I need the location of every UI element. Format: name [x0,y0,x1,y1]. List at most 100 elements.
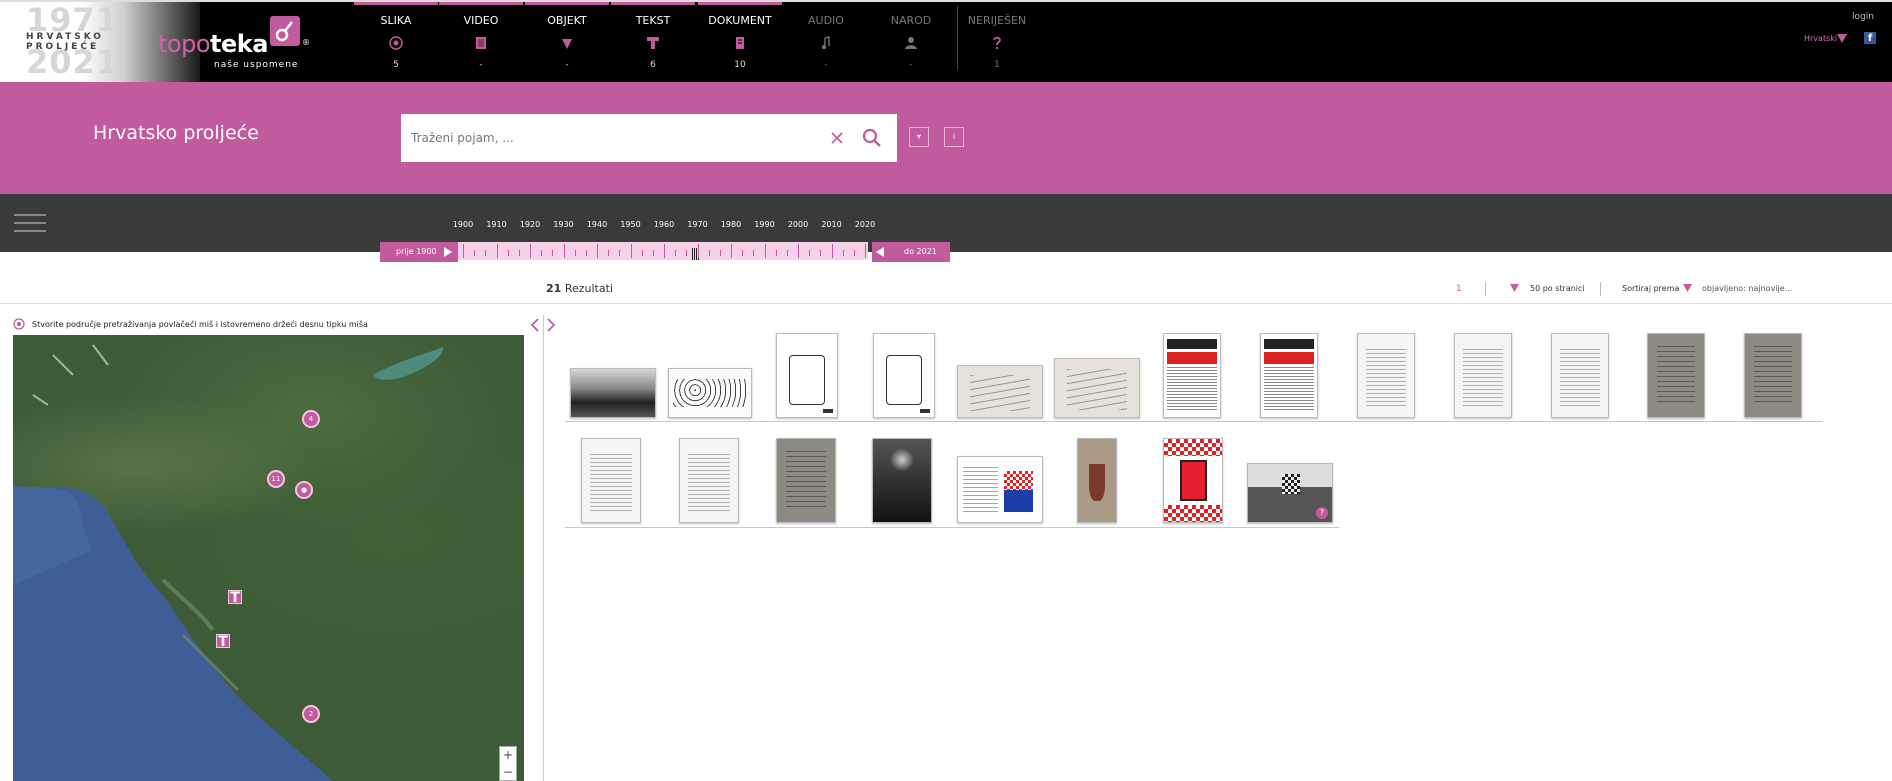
search-options-button[interactable]: ▾ [909,127,929,147]
timeline-year-label[interactable]: 2020 [850,220,880,229]
map-text-pin[interactable]: T [216,634,230,649]
result-thumbnail[interactable] [668,368,752,418]
brand-part-a: topo [158,30,211,58]
timeline-year-label[interactable]: 1960 [649,220,679,229]
timeline-minor-tick [474,250,476,256]
result-thumbnail[interactable]: ? [1247,463,1333,523]
result-thumbnail[interactable] [570,368,656,418]
map-text-pin[interactable]: T [228,590,242,605]
timeline-year-label[interactable]: 1900 [448,220,478,229]
collapse-left-icon[interactable] [530,318,540,332]
timeline-minor-tick [775,250,777,256]
map-pin[interactable]: 2 [302,705,320,723]
timeline-year-label[interactable]: 1910 [482,220,512,229]
result-thumbnail[interactable] [1163,333,1221,418]
result-thumbnail[interactable] [581,438,641,523]
clear-icon[interactable] [827,128,847,148]
timeline-year-label[interactable]: 1990 [750,220,780,229]
timeline-year-label[interactable]: 1930 [549,220,579,229]
result-thumbnail[interactable] [776,438,836,523]
facebook-icon[interactable]: f [1864,32,1876,44]
nav-dokument[interactable]: DOKUMENT 10 [698,2,782,74]
map-pin[interactable]: 11 [267,470,285,488]
timeline-minor-tick [541,250,543,256]
timeline-tick [764,244,766,258]
timeline-minor-tick [507,250,509,256]
timeline-minor-tick [518,250,520,256]
result-thumbnail[interactable] [957,365,1043,418]
topoteka-brand[interactable]: topoteka [158,30,268,58]
result-thumbnail[interactable] [776,333,838,418]
result-thumbnail[interactable] [1260,333,1318,418]
result-thumbnail[interactable] [872,438,932,523]
nav-label: TEKST [635,14,671,27]
nav-label: NERIJEŠEN [967,14,1027,27]
timeline-year-label[interactable]: 1920 [515,220,545,229]
nav-narod[interactable]: NAROD - [869,2,953,74]
menu-icon[interactable] [14,214,46,234]
timeline-minor-tick [853,250,855,256]
timeline-tick [563,244,565,258]
zoom-in-button[interactable]: + [500,747,516,764]
result-thumbnail[interactable] [1163,438,1223,523]
result-thumbnail[interactable] [1454,333,1512,418]
timeline-tick [865,244,866,258]
timeline-year-label[interactable]: 1940 [582,220,612,229]
result-thumbnail[interactable] [1551,333,1609,418]
result-thumbnail[interactable] [679,438,739,523]
language-dropdown-icon[interactable] [1837,34,1847,43]
search-icon[interactable] [861,127,883,149]
nav-tekst[interactable]: TEKST 6 [611,2,695,74]
nav-slika[interactable]: SLIKA 5 [354,2,438,74]
nav-audio[interactable]: AUDIO - [784,2,868,74]
expand-right-icon[interactable] [546,318,556,332]
nav-objekt[interactable]: OBJEKT - [525,2,609,74]
row-divider [565,527,1339,528]
results-label: Rezultati [564,282,613,295]
map[interactable]: 4 11 ● T T 2 [13,335,524,781]
timeline-minor-tick [842,250,844,256]
map-pin[interactable]: 4 [302,410,320,428]
timeline-right-handle-icon[interactable] [876,247,884,257]
result-thumbnail[interactable] [1077,438,1117,523]
info-button[interactable]: i [944,127,964,147]
sort-select[interactable]: objavljeno: najnovije... [1702,284,1792,293]
search-input[interactable] [411,126,811,150]
timeline-year-label[interactable]: 1950 [616,220,646,229]
page-number[interactable]: 1 [1456,284,1462,294]
map-terrain [13,344,444,781]
language-select[interactable]: Hrvatski [1804,34,1837,43]
timeline-minor-tick [820,250,822,256]
timeline-year-label[interactable]: 2010 [817,220,847,229]
result-thumbnail[interactable] [1744,333,1802,418]
result-thumbnail[interactable] [957,456,1043,523]
nav-label: VIDEO [463,14,499,27]
map-pin-single[interactable]: ● [295,481,313,499]
timeline-left-handle-icon[interactable] [444,247,452,257]
result-thumbnail[interactable] [1054,358,1140,418]
zoom-out-button[interactable]: − [500,764,516,781]
login-link[interactable]: login [1852,12,1874,22]
timeline-year-label[interactable]: 1970 [683,220,713,229]
result-thumbnail[interactable] [1647,333,1705,418]
timeline-minor-tick [686,250,688,256]
nav-neriješen[interactable]: NERIJEŠEN 1 [955,2,1039,74]
timeline-year-label[interactable]: 1980 [716,220,746,229]
per-page-dropdown-icon[interactable] [1510,284,1519,292]
timeline-minor-tick [753,250,755,256]
target-icon [13,318,25,330]
sort-dropdown-icon[interactable] [1683,284,1692,292]
nav-video[interactable]: VIDEO - [439,2,523,74]
timeline-year-label[interactable]: 2000 [783,220,813,229]
top-bar: 1971 HRVATSKO PROLJEĆE 2021 topoteka ® n… [0,0,1892,82]
timeline-track[interactable] [458,242,889,260]
brand-registered: ® [302,38,310,47]
topoteka-logo-icon [270,16,300,46]
result-thumbnail[interactable] [873,333,935,418]
timeline-minor-tick [585,250,587,256]
result-thumbnail[interactable] [1357,333,1415,418]
people-icon [905,37,917,49]
logo-line1: HRVATSKO [26,32,104,42]
timeline-range-marker[interactable] [692,248,700,260]
per-page-select[interactable]: 50 po stranici [1530,284,1585,293]
